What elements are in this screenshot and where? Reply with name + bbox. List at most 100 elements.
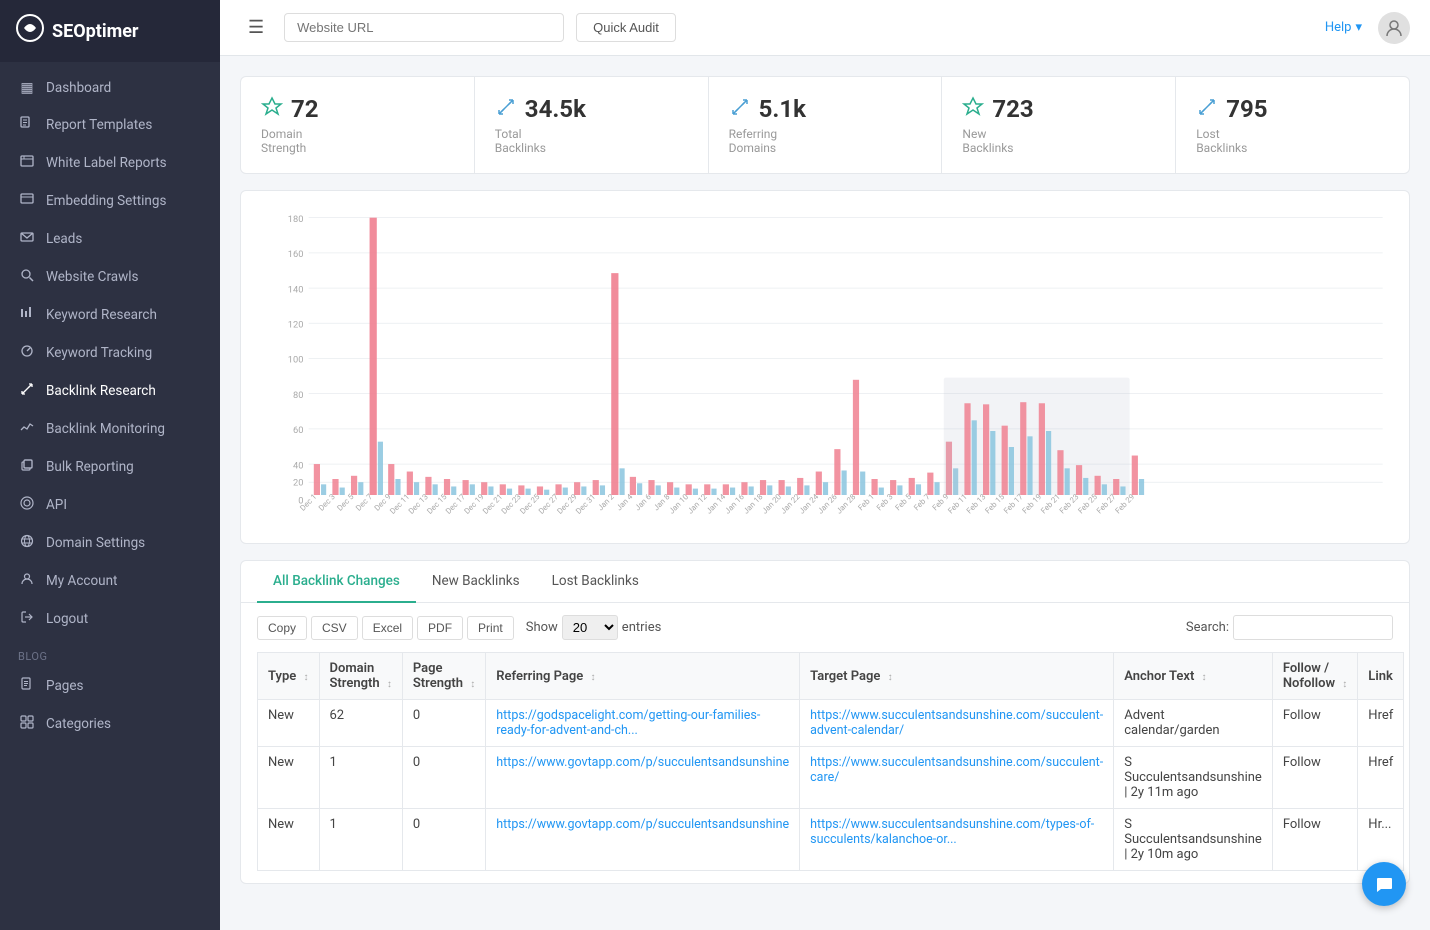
sidebar-item-backlink-research[interactable]: Backlink Research (0, 372, 220, 410)
sidebar-item-logout[interactable]: Logout (0, 600, 220, 638)
svg-text:Feb 25: Feb 25 (1076, 492, 1099, 516)
sidebar-item-keyword-research[interactable]: Keyword Research (0, 296, 220, 334)
pdf-button[interactable]: PDF (417, 616, 463, 640)
cell-referring-page: https://www.govtapp.com/p/succulentsands… (486, 809, 800, 871)
svg-text:Dec 23: Dec 23 (500, 492, 523, 516)
svg-text:Feb 1: Feb 1 (856, 492, 876, 512)
col-header-page-strength[interactable]: PageStrength ↕ (402, 653, 485, 700)
lost-backlinks-icon (1196, 96, 1218, 123)
stat-card-lost-backlinks: 795 LostBacklinks (1176, 77, 1409, 173)
svg-text:Feb 21: Feb 21 (1039, 492, 1062, 515)
sidebar-item-label: Bulk Reporting (46, 459, 134, 475)
tab-all-backlink-changes[interactable]: All Backlink Changes (257, 561, 416, 603)
domain-settings-icon (18, 534, 36, 552)
sidebar-item-domain-settings[interactable]: Domain Settings (0, 524, 220, 562)
sidebar-item-pages[interactable]: Pages (0, 667, 220, 705)
user-avatar[interactable] (1378, 12, 1410, 44)
tab-new-backlinks[interactable]: New Backlinks (416, 561, 536, 603)
sidebar-item-website-crawls[interactable]: Website Crawls (0, 258, 220, 296)
svg-text:Jan 24: Jan 24 (797, 492, 820, 516)
svg-text:Jan 28: Jan 28 (835, 492, 858, 516)
embedding-icon (18, 192, 36, 210)
total-backlinks-label: TotalBacklinks (495, 127, 688, 155)
svg-text:60: 60 (293, 425, 303, 436)
svg-text:Dec 19: Dec 19 (462, 492, 485, 516)
new-backlinks-value: 723 (992, 95, 1033, 123)
sidebar-item-dashboard[interactable]: ▦ Dashboard (0, 70, 220, 106)
sidebar-item-categories[interactable]: Categories (0, 705, 220, 743)
entries-select[interactable]: 20 10 50 100 (562, 615, 618, 640)
sidebar-item-label: Logout (46, 611, 88, 627)
tab-lost-backlinks[interactable]: Lost Backlinks (536, 561, 655, 603)
sidebar-item-keyword-tracking[interactable]: Keyword Tracking (0, 334, 220, 372)
svg-text:160: 160 (288, 249, 304, 260)
search-input[interactable] (1233, 615, 1393, 640)
col-header-follow[interactable]: Follow /Nofollow ↕ (1272, 653, 1357, 700)
sidebar-item-white-label-reports[interactable]: White Label Reports (0, 144, 220, 182)
col-header-link[interactable]: Link (1358, 653, 1404, 700)
excel-button[interactable]: Excel (362, 616, 413, 640)
svg-text:20: 20 (293, 477, 303, 488)
print-button[interactable]: Print (467, 616, 514, 640)
svg-text:Feb 15: Feb 15 (983, 492, 1006, 516)
cell-anchor-text: S Succulentsandsunshine | 2y 10m ago (1114, 809, 1273, 871)
sidebar-item-leads[interactable]: Leads (0, 220, 220, 258)
col-header-target-page[interactable]: Target Page ↕ (800, 653, 1114, 700)
sidebar-item-label: Pages (46, 678, 84, 694)
svg-text:Jan 12: Jan 12 (686, 492, 709, 516)
url-input[interactable] (284, 13, 564, 42)
sidebar-item-label: Dashboard (46, 80, 111, 96)
sidebar-item-bulk-reporting[interactable]: Bulk Reporting (0, 448, 220, 486)
cell-type: New (258, 700, 320, 747)
cell-target-page: https://www.succulentsandsunshine.com/su… (800, 747, 1114, 809)
cell-anchor-text: S Succulentsandsunshine | 2y 11m ago (1114, 747, 1273, 809)
chart-container: 180 160 140 120 100 80 60 40 20 0 (240, 190, 1410, 544)
sidebar-item-api[interactable]: API (0, 486, 220, 524)
content-area: 72 DomainStrength 34.5k TotalBacklinks (220, 56, 1430, 930)
sidebar-item-my-account[interactable]: My Account (0, 562, 220, 600)
cell-referring-page: https://www.govtapp.com/p/succulentsands… (486, 747, 800, 809)
sidebar-item-backlink-monitoring[interactable]: Backlink Monitoring (0, 410, 220, 448)
sidebar-item-label: Keyword Research (46, 307, 157, 323)
table-body: New 62 0 https://godspacelight.com/getti… (258, 700, 1404, 871)
chat-bubble[interactable] (1362, 862, 1406, 906)
col-header-domain-strength[interactable]: DomainStrength ↕ (319, 653, 402, 700)
sidebar-item-label: Report Templates (46, 117, 152, 133)
search-label: Search: (1186, 620, 1229, 635)
svg-text:Dec 13: Dec 13 (407, 492, 430, 516)
svg-text:Feb 3: Feb 3 (875, 492, 895, 512)
col-header-type[interactable]: Type ↕ (258, 653, 320, 700)
sidebar: SEOptimer ▦ Dashboard Report Templates W… (0, 0, 220, 930)
copy-button[interactable]: Copy (257, 616, 307, 640)
white-label-icon (18, 154, 36, 172)
sidebar-item-label: Categories (46, 716, 111, 732)
sidebar-item-report-templates[interactable]: Report Templates (0, 106, 220, 144)
svg-text:Dec 11: Dec 11 (388, 492, 411, 516)
data-table: Type ↕ DomainStrength ↕ PageStrength ↕ R… (257, 652, 1404, 871)
svg-text:140: 140 (288, 284, 304, 295)
sidebar-item-embedding-settings[interactable]: Embedding Settings (0, 182, 220, 220)
stat-card-domain-strength: 72 DomainStrength (241, 77, 475, 173)
csv-button[interactable]: CSV (311, 616, 358, 640)
cell-domain-strength: 1 (319, 809, 402, 871)
svg-text:Jan 14: Jan 14 (704, 492, 727, 516)
col-header-referring-page[interactable]: Referring Page ↕ (486, 653, 800, 700)
sidebar-item-label: Backlink Monitoring (46, 421, 165, 437)
keyword-research-icon (18, 306, 36, 324)
total-backlinks-icon (495, 96, 517, 123)
cell-target-page: https://www.succulentsandsunshine.com/su… (800, 700, 1114, 747)
sidebar-item-label: White Label Reports (46, 155, 167, 171)
hamburger-button[interactable]: ☰ (240, 13, 272, 42)
svg-text:Feb 13: Feb 13 (965, 492, 988, 515)
svg-text:180: 180 (288, 214, 304, 225)
svg-text:Feb 17: Feb 17 (1002, 492, 1025, 516)
svg-text:100: 100 (288, 355, 304, 366)
backlink-monitoring-icon (18, 420, 36, 438)
logo-area[interactable]: SEOptimer (0, 0, 220, 62)
help-button[interactable]: Help ▾ (1325, 20, 1362, 35)
cell-referring-page: https://godspacelight.com/getting-our-fa… (486, 700, 800, 747)
col-header-anchor-text[interactable]: Anchor Text ↕ (1114, 653, 1273, 700)
quick-audit-button[interactable]: Quick Audit (576, 13, 676, 42)
cell-domain-strength: 1 (319, 747, 402, 809)
keyword-tracking-icon (18, 344, 36, 362)
